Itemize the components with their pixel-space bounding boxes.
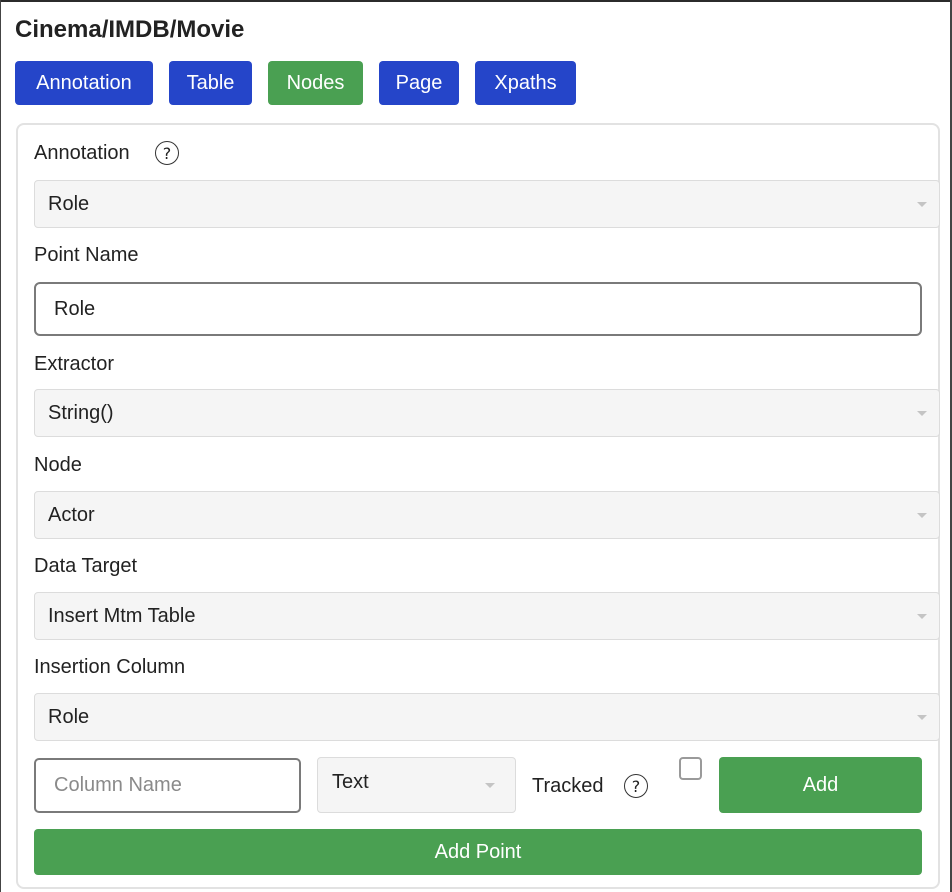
data-target-select-value: Insert Mtm Table — [48, 604, 196, 627]
help-icon[interactable]: ? — [624, 774, 648, 798]
insertion-column-label: Insertion Column — [34, 656, 186, 678]
dropdown-caret-icon — [917, 614, 927, 619]
nav-annotation-button[interactable]: Annotation — [15, 61, 153, 105]
nav-nodes-button[interactable]: Nodes — [268, 61, 363, 105]
add-point-button[interactable]: Add Point — [34, 829, 922, 875]
dropdown-caret-icon — [917, 411, 927, 416]
annotation-select-value: Role — [48, 192, 90, 215]
insertion-column-select-value: Role — [48, 705, 90, 728]
help-icon[interactable]: ? — [155, 141, 179, 165]
data-target-select[interactable]: Insert Mtm Table — [34, 592, 940, 640]
nav-xpaths-button[interactable]: Xpaths — [475, 61, 576, 105]
nav-page-button[interactable]: Page — [379, 61, 459, 105]
node-label: Node — [34, 454, 82, 476]
point-name-value: Role — [54, 297, 96, 320]
tracked-checkbox[interactable] — [679, 757, 702, 780]
dropdown-caret-icon — [917, 513, 927, 518]
extractor-select-value: String() — [48, 401, 114, 424]
point-name-input[interactable]: Role — [34, 282, 922, 336]
point-name-label: Point Name — [34, 244, 139, 266]
column-name-input[interactable]: Column Name — [34, 758, 301, 813]
node-select[interactable]: Actor — [34, 491, 940, 539]
page-title: Cinema/IMDB/Movie — [15, 16, 245, 43]
extractor-label: Extractor — [34, 353, 115, 375]
column-type-select[interactable]: Text — [317, 757, 516, 813]
tracked-label: Tracked — [532, 775, 604, 797]
insertion-column-select[interactable]: Role — [34, 693, 940, 741]
annotation-select[interactable]: Role — [34, 180, 940, 228]
dropdown-caret-icon — [917, 202, 927, 207]
annotation-label: Annotation — [34, 142, 130, 164]
node-select-value: Actor — [48, 503, 95, 526]
nav-table-button[interactable]: Table — [169, 61, 252, 105]
column-name-placeholder: Column Name — [54, 774, 182, 796]
dropdown-caret-icon — [485, 783, 495, 788]
column-type-value: Text — [332, 771, 369, 793]
add-column-button[interactable]: Add — [719, 757, 922, 813]
window-left-edge — [0, 0, 1, 892]
extractor-select[interactable]: String() — [34, 389, 940, 437]
dropdown-caret-icon — [917, 715, 927, 720]
window-top-edge — [0, 0, 952, 2]
data-target-label: Data Target — [34, 555, 138, 577]
